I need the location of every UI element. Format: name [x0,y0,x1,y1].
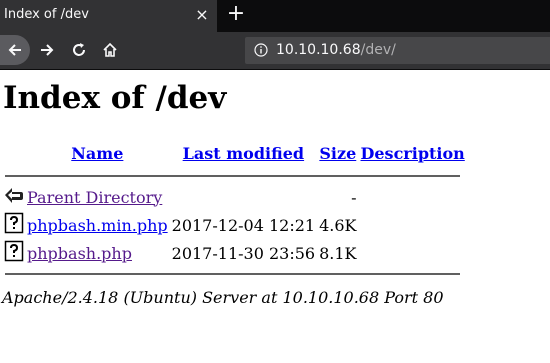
header-row: Name Last modified Size Description [4,138,466,168]
tab-bar: Index of /dev × + [0,0,550,32]
browser-tab[interactable]: Index of /dev × [0,0,217,32]
back-arrow-icon [8,44,21,56]
file-modified: 2017-11-30 23:56 [171,243,316,263]
file-size: 4.6K [319,215,357,235]
file-link[interactable]: phpbash.php [27,244,132,263]
site-info-icon[interactable] [254,43,268,57]
address-bar[interactable]: 10.10.10.68/dev/ [245,37,550,64]
forward-arrow-icon [41,44,54,56]
back-folder-icon [5,188,23,203]
new-tab-button[interactable]: + [224,3,248,27]
sort-by-size-link[interactable]: Size [319,144,356,163]
table-row: Parent Directory - [4,184,466,210]
url-host: 10.10.10.68 [276,42,361,58]
sort-by-name-link[interactable]: Name [71,144,123,163]
tab-title: Index of /dev [4,7,89,22]
back-button[interactable] [0,35,30,65]
file-modified: 2017-12-04 12:21 [171,215,316,235]
divider [5,175,460,177]
reload-icon [73,43,85,56]
file-size: 8.1K [319,243,357,263]
server-signature: Apache/2.4.18 (Ubuntu) Server at 10.10.1… [2,288,444,307]
forward-button[interactable] [35,38,59,62]
url-text[interactable]: 10.10.10.68/dev/ [276,42,396,58]
reload-button[interactable] [67,38,91,62]
file-link[interactable]: phpbash.min.php [27,216,168,235]
url-path: /dev/ [360,42,396,58]
unknown-file-icon [4,240,24,262]
close-tab-icon[interactable]: × [192,5,212,25]
parent-directory-link[interactable]: Parent Directory [27,188,162,207]
parent-size: - [351,187,357,207]
sort-by-last-modified-link[interactable]: Last modified [183,144,304,163]
home-button[interactable] [98,38,122,62]
table-row: phpbash.min.php 2017-12-04 12:21 4.6K [4,212,466,238]
home-icon [103,42,117,57]
page-title: Index of /dev [3,80,227,116]
navigation-toolbar: 10.10.10.68/dev/ [0,32,550,70]
table-row: phpbash.php 2017-11-30 23:56 8.1K [4,240,466,266]
directory-listing: Name Last modified Size Description Pare… [2,136,468,282]
unknown-file-icon [4,212,24,234]
divider [5,273,460,275]
sort-by-description-link[interactable]: Description [361,144,465,163]
